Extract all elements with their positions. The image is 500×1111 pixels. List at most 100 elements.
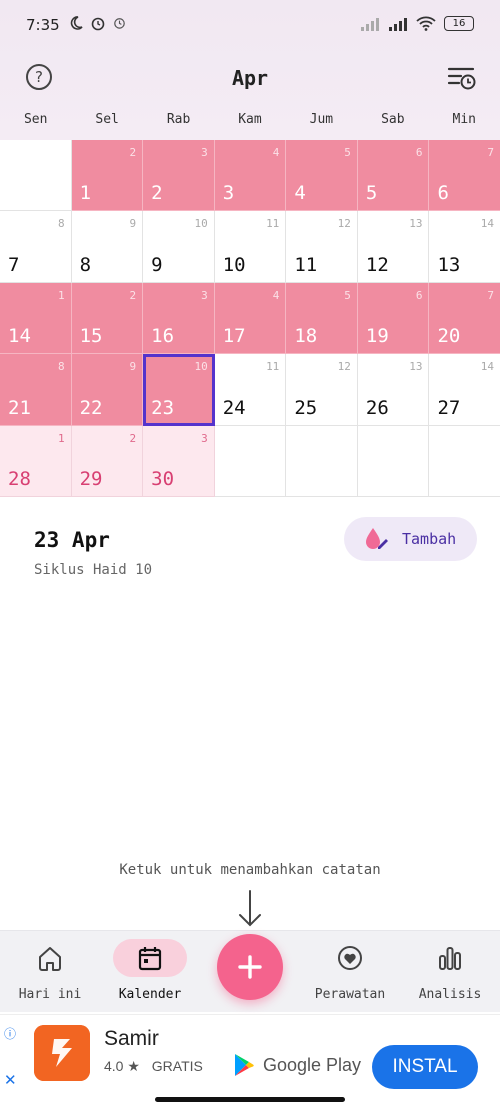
cycle-day-number: 3 [201, 431, 208, 445]
weekday-label: Rab [166, 112, 191, 127]
date-number: 29 [79, 467, 103, 490]
weekday-label: Sel [95, 112, 119, 127]
calendar-day-cell[interactable]: 10 9 [143, 211, 215, 283]
add-label: Tambah [402, 530, 457, 548]
status-time: 7:35 [26, 16, 60, 34]
nav-item-today[interactable]: Hari ini [0, 931, 100, 1013]
nav-label-calendar: Kalender [118, 987, 182, 1002]
cycle-day-number: 11 [266, 217, 280, 231]
calendar-day-cell[interactable]: 8 21 [0, 354, 72, 426]
calendar-day-cell[interactable]: 6 19 [357, 282, 430, 355]
home-indicator[interactable] [155, 1097, 345, 1102]
weekday-label: Sab [381, 112, 405, 127]
ad-app-name[interactable]: Samir [104, 1027, 159, 1051]
down-arrow-icon [239, 890, 261, 927]
date-number: 21 [8, 396, 31, 419]
calendar-day-cell[interactable]: 65 [357, 140, 430, 212]
calendar-day-cell[interactable]: 43 [214, 140, 287, 212]
calendar-day-cell[interactable]: 1 14 [0, 282, 72, 355]
calendar-empty-cell [214, 425, 287, 497]
ad-info-icon[interactable]: ⓘ [4, 1025, 16, 1042]
date-number: 12 [365, 253, 389, 276]
nav-item-calendar[interactable]: Kalender [100, 931, 200, 1013]
selected-day-detail: 23 Apr Siklus Haid 10 [34, 528, 152, 578]
cycle-day-label: Siklus Haid 10 [34, 562, 153, 578]
calendar-day-cell[interactable]: 2 15 [71, 282, 144, 355]
calendar-day-cell[interactable]: 21 [71, 140, 144, 212]
cycle-day-number: 6 [415, 146, 423, 159]
cycle-day-number: 1 [57, 431, 65, 445]
nav-item-care[interactable]: Perawatan [300, 931, 400, 1013]
calendar-day-cell[interactable]: 13 26 [357, 354, 430, 426]
date-number: 27 [437, 396, 461, 419]
nav-label-today: Hari ini [18, 987, 82, 1002]
cycle-day-number: 3 [201, 146, 208, 159]
status-icons-right: 16 [360, 16, 474, 31]
date-number: 1 [79, 182, 92, 205]
status-icons-left [68, 15, 127, 31]
date-number: 17 [222, 325, 246, 348]
cycle-day-number: 6 [415, 288, 423, 302]
weekday-label: Jum [309, 112, 334, 127]
cycle-day-number: 7 [487, 146, 495, 159]
calendar-empty-cell [429, 425, 500, 497]
bar-chart-icon [439, 947, 461, 970]
calendar-week-row: 1 14 2 15 3 16 4 17 5 18 6 19 7 20 [0, 282, 500, 355]
cycle-day-number: 12 [337, 217, 351, 231]
ad-store-name: Google Play [263, 1054, 362, 1075]
cycle-day-number: 13 [409, 360, 423, 374]
signal-off-icon [361, 17, 379, 31]
calendar-day-cell[interactable]: 12 11 [286, 211, 358, 283]
calendar-day-cell[interactable]: 32 [143, 140, 215, 212]
plus-icon [238, 955, 262, 979]
date-number: 8 [79, 253, 92, 276]
date-number: 20 [437, 325, 461, 348]
cycle-day-number: 2 [129, 431, 137, 445]
calendar-day-cell[interactable]: 54 [286, 140, 358, 212]
date-number: 13 [437, 253, 461, 276]
add-record-button[interactable]: Tambah [344, 517, 477, 561]
month-title[interactable]: Apr [0, 66, 500, 90]
ad-rating: 4.0 ★ GRATIS [104, 1058, 203, 1075]
calendar-day-cell[interactable]: 2 29 [71, 425, 144, 497]
ad-store-badge: Google Play [233, 1053, 361, 1077]
cycle-day-number: 4 [272, 288, 280, 302]
calendar-day-cell[interactable]: 3 16 [143, 282, 215, 355]
calendar-day-cell[interactable]: 87 [0, 211, 72, 283]
calendar-day-cell[interactable]: 14 27 [429, 354, 500, 426]
nav-item-analysis[interactable]: Analisis [400, 931, 500, 1013]
calendar-day-cell[interactable]: 9 22 [71, 354, 144, 426]
calendar-day-cell[interactable]: 11 10 [214, 211, 287, 283]
cycle-day-number: 5 [344, 288, 351, 302]
cycle-day-number: 13 [409, 217, 423, 231]
ad-banner[interactable]: ⓘ ✕ Samir 4.0 ★ GRATIS Google Play INSTA… [0, 1014, 500, 1090]
cycle-day-number: 2 [129, 146, 137, 159]
date-number: 6 [437, 182, 449, 205]
ad-app-logo[interactable] [34, 1025, 90, 1081]
weekday-label: Kam [238, 112, 262, 127]
calendar-day-cell[interactable]: 3 30 [143, 425, 215, 497]
calendar-day-cell[interactable]: 13 12 [357, 211, 430, 283]
history-list-icon[interactable] [446, 64, 478, 92]
calendar-day-cell[interactable]: 5 18 [286, 282, 358, 355]
ad-price: GRATIS [151, 1058, 203, 1074]
add-fab-button[interactable] [217, 934, 283, 1000]
ad-rating-value: 4.0 ★ [104, 1058, 140, 1074]
calendar-day-cell[interactable]: 12 25 [286, 354, 358, 426]
calendar-day-cell[interactable]: 1 28 [0, 425, 72, 497]
calendar-week-row: 1 28 2 29 3 30 [0, 425, 500, 497]
calendar-icon [138, 947, 162, 971]
calendar-day-cell[interactable]: 14 13 [429, 211, 500, 283]
add-note-hint: Ketuk untuk menambahkan catatan [119, 862, 381, 878]
calendar-day-cell[interactable]: 98 [71, 211, 144, 283]
install-button[interactable]: INSTAL [372, 1045, 478, 1089]
ad-close-icon[interactable]: ✕ [4, 1071, 17, 1089]
calendar-day-cell[interactable]: 4 17 [214, 282, 287, 355]
date-number: 3 [222, 182, 235, 205]
calendar-day-cell[interactable]: 76 [429, 140, 500, 212]
cycle-day-number: 14 [480, 360, 495, 374]
date-number: 19 [365, 325, 389, 348]
calendar-day-cell[interactable]: 10 23 [143, 354, 215, 426]
calendar-day-cell[interactable]: 7 20 [429, 282, 500, 355]
calendar-day-cell[interactable]: 11 24 [214, 354, 287, 426]
